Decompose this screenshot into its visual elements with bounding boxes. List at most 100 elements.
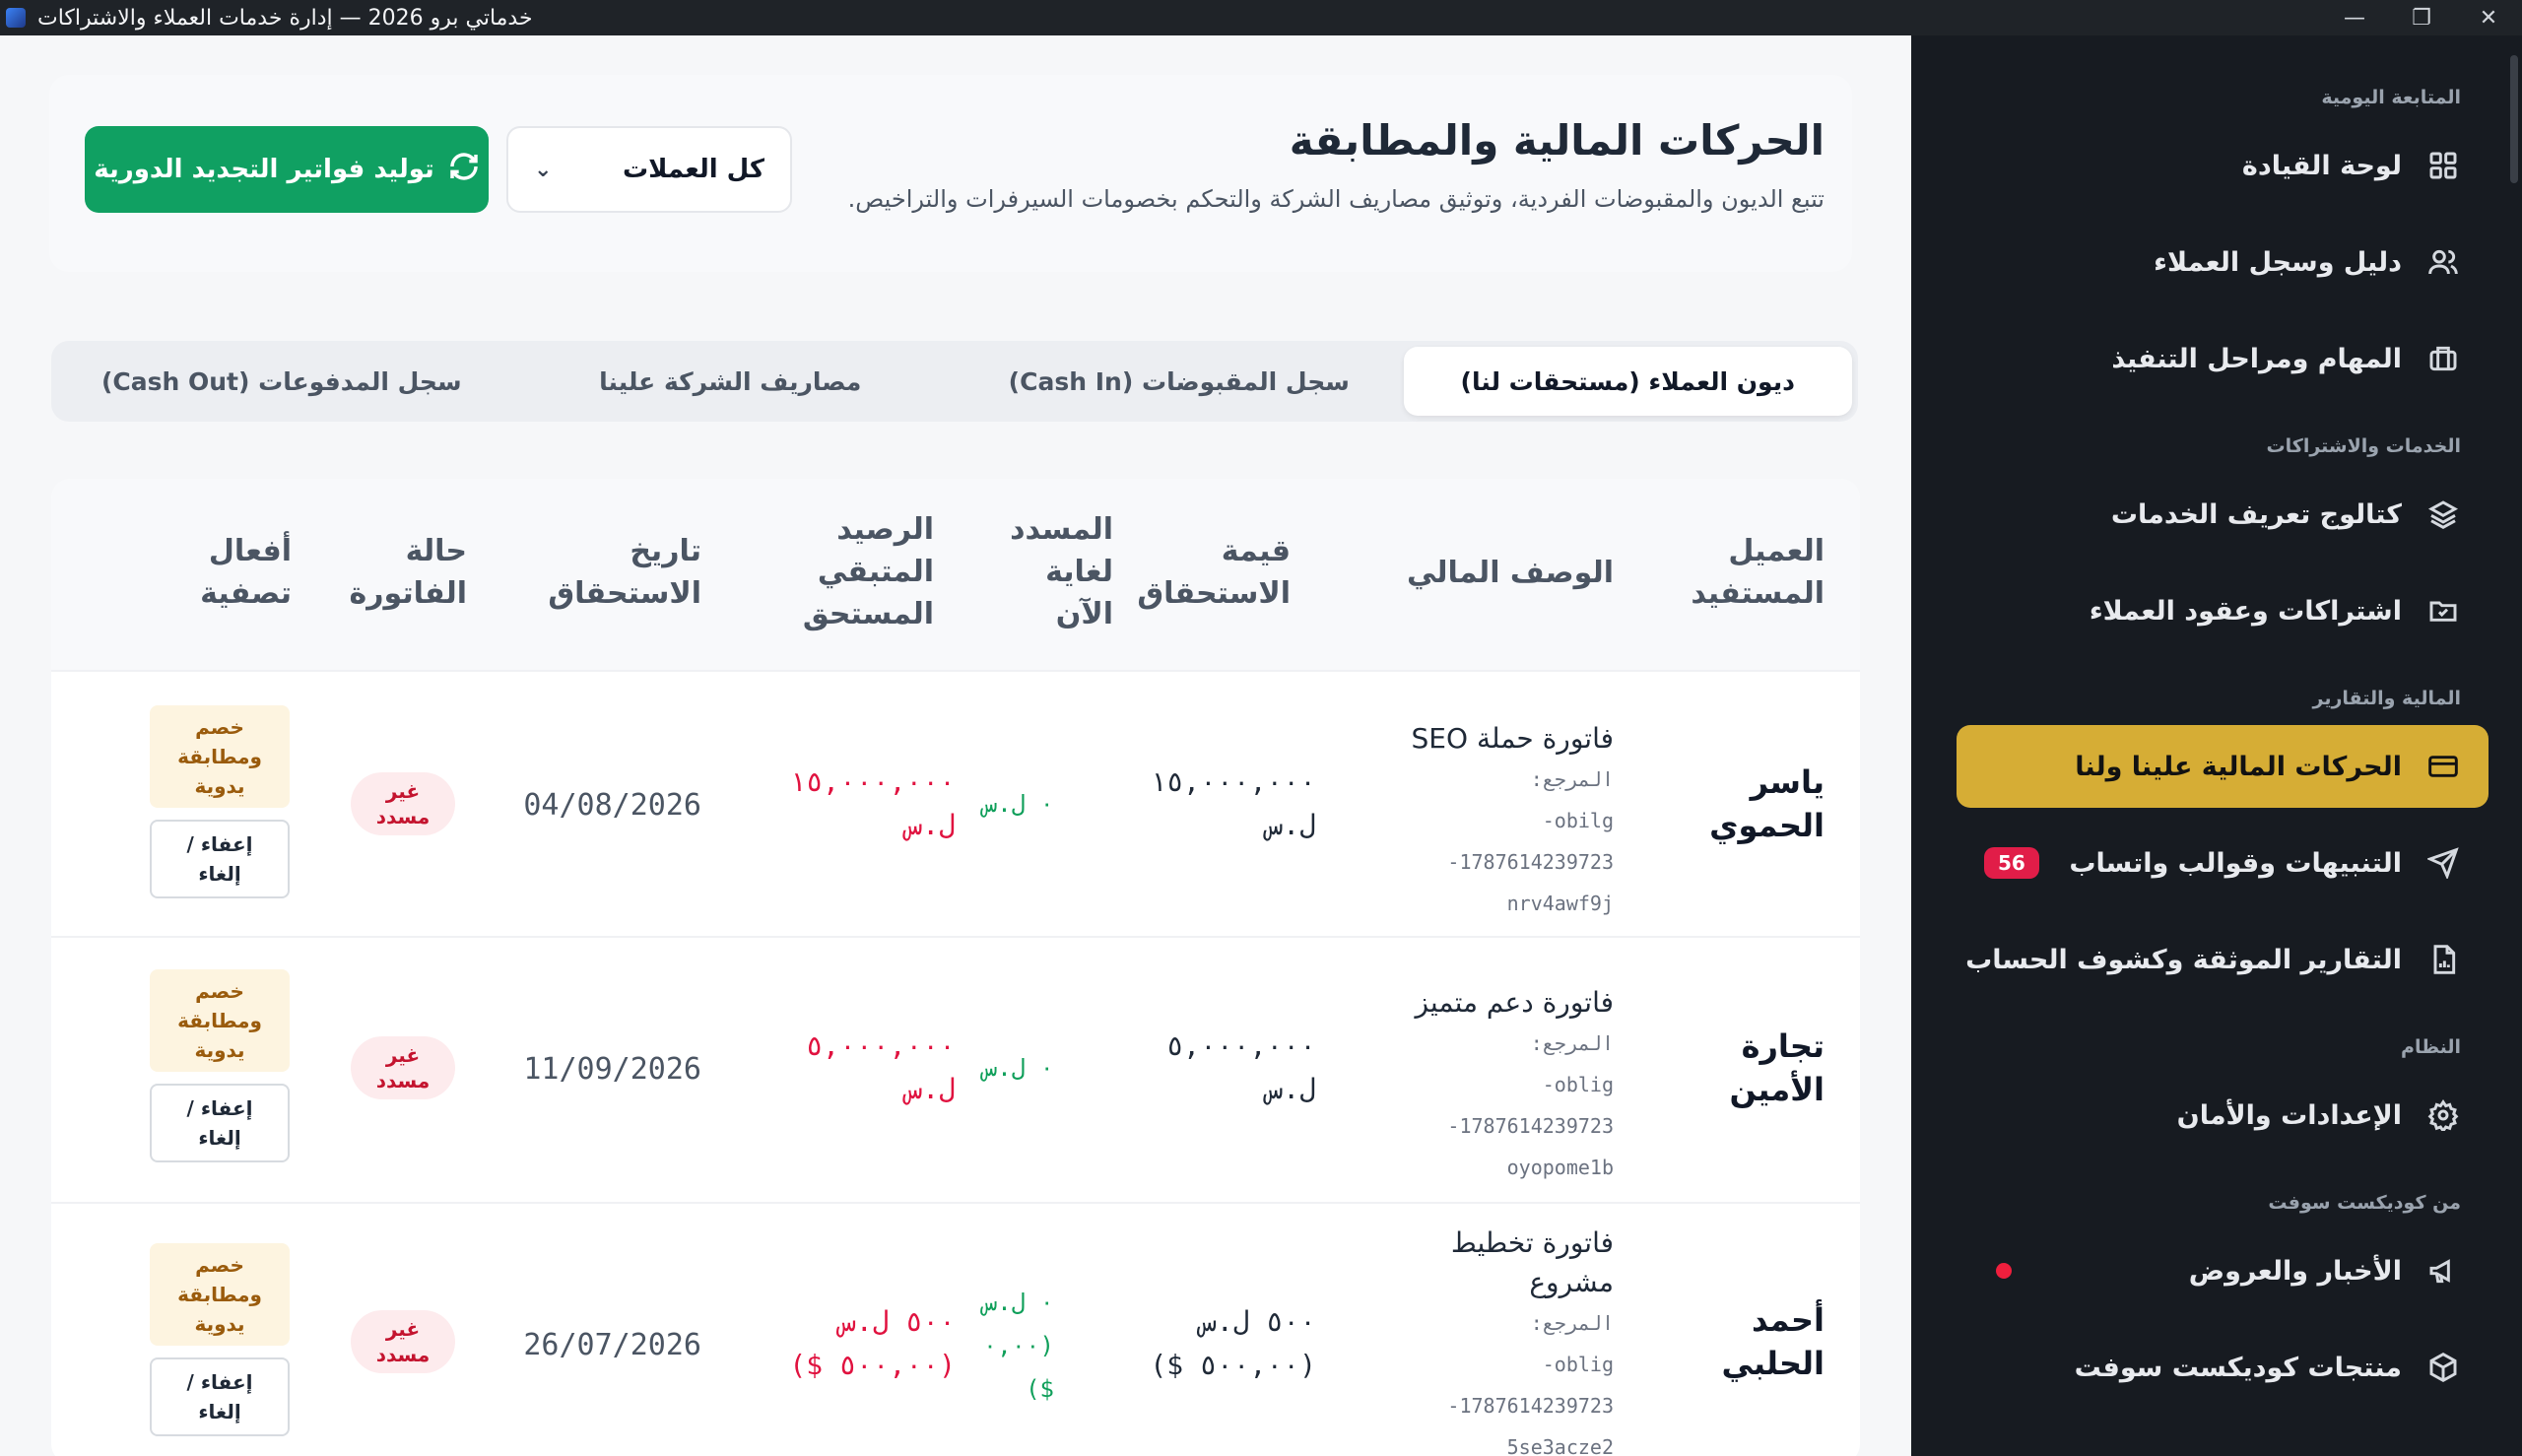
section-services: الخدمات والاشتراكات bbox=[2266, 435, 2461, 457]
minimize-button[interactable]: — bbox=[2321, 0, 2388, 35]
currency-filter-select[interactable]: كل العملات ⌄ bbox=[506, 126, 792, 213]
sidebar-item-subscriptions[interactable]: اشتراكات وعقود العملاء bbox=[1957, 569, 2489, 652]
sidebar-item-label: الأخبار والعروض bbox=[2188, 1255, 2402, 1287]
sidebar-item-notifications[interactable]: التنبيهات وقوالب واتساب 56 bbox=[1957, 822, 2489, 904]
sidebar-item-label: التقارير الموثقة وكشوف الحساب bbox=[1965, 944, 2402, 975]
sidebar-item-news[interactable]: الأخبار والعروض bbox=[1957, 1229, 2489, 1312]
sidebar-item-label: كتالوج تعريف الخدمات bbox=[2110, 498, 2402, 530]
maximize-button[interactable]: ❐ bbox=[2388, 0, 2455, 35]
folder-check-icon bbox=[2427, 595, 2459, 627]
tab-company-expenses[interactable]: مصاريف الشركة علينا bbox=[506, 347, 956, 416]
due-value: ١٥,٠٠٠,٠٠٠ ل.س bbox=[1150, 765, 1316, 841]
status-badge: غير مسدد bbox=[351, 1310, 455, 1373]
app-logo-icon bbox=[6, 8, 26, 28]
sidebar-scrollbar[interactable] bbox=[2510, 55, 2518, 183]
finance-tabs: ديون العملاء (مستحقات لنا) سجل المقبوضات… bbox=[51, 341, 1858, 422]
window-title: خدماتي برو 2026 — إدارة خدمات العملاء وا… bbox=[37, 5, 533, 31]
table-row: أحمد الحلبي فاتورة تخطيط مشروع المرجع: obl… bbox=[51, 1202, 1860, 1456]
credit-card-icon bbox=[2427, 751, 2459, 782]
col-due-date: تاريخ الاستحقاق bbox=[548, 534, 701, 611]
currency-filter-value: كل العملات bbox=[622, 155, 764, 184]
window-titlebar: خدماتي برو 2026 — إدارة خدمات العملاء وا… bbox=[0, 0, 2522, 35]
briefcase-icon bbox=[2427, 343, 2459, 374]
users-icon bbox=[2427, 246, 2459, 278]
due-value: ٥,٠٠٠,٠٠٠ ل.س bbox=[1166, 1029, 1316, 1105]
manual-match-button[interactable]: خصم ومطابقة يدوية bbox=[150, 969, 290, 1072]
layers-icon bbox=[2427, 498, 2459, 530]
reference-code: المرجع: obilg- 1787614239723- nrv4awf9j bbox=[1447, 767, 1614, 915]
paid-value: ٠ ل.س (٠,٠٠ $) bbox=[982, 1289, 1054, 1403]
description-title: فاتورة تخطيط مشروع bbox=[1450, 1226, 1614, 1298]
description-title: فاتورة حملة SEO bbox=[1411, 722, 1614, 755]
tab-client-debts[interactable]: ديون العملاء (مستحقات لنا) bbox=[1403, 347, 1852, 416]
window-controls: — ❐ ✕ bbox=[2321, 0, 2522, 35]
section-daily: المتابعة اليومية bbox=[2321, 87, 2461, 108]
col-actions: أفعال تصفية bbox=[200, 534, 292, 611]
paid-value: ٠ ل.س bbox=[982, 790, 1054, 818]
table-row: تجارة الأمين فاتورة دعم متميز المرجع: obl… bbox=[51, 936, 1860, 1202]
client-name[interactable]: ياسر الحموي bbox=[1709, 761, 1825, 847]
generate-renewal-invoices-button[interactable]: توليد فواتير التجديد الدورية bbox=[85, 126, 489, 213]
client-name[interactable]: أحمد الحلبي bbox=[1721, 1298, 1825, 1385]
chevron-down-icon: ⌄ bbox=[534, 157, 553, 182]
sidebar-item-label: لوحة القيادة bbox=[2241, 150, 2402, 181]
close-button[interactable]: ✕ bbox=[2455, 0, 2522, 35]
manual-match-button[interactable]: خصم ومطابقة يدوية bbox=[150, 705, 290, 808]
dashboard-icon bbox=[2427, 150, 2459, 181]
remaining-value: ١٥,٠٠٠,٠٠٠ ل.س bbox=[789, 765, 956, 841]
col-description: الوصف المالي bbox=[1406, 556, 1614, 590]
debts-table: العميل المستفيد الوصف المالي قيمة الاستحقا… bbox=[51, 479, 1860, 1456]
manual-match-button[interactable]: خصم ومطابقة يدوية bbox=[150, 1243, 290, 1346]
section-system: النظام bbox=[2401, 1036, 2461, 1058]
waive-cancel-button[interactable]: إعفاء / إلغاء bbox=[150, 1084, 290, 1162]
main-content: الحركات المالية والمطابقة تتبع الديون وا… bbox=[0, 35, 1911, 1456]
financial-description: فاتورة تخطيط مشروع المرجع: oblig- 1787614… bbox=[1447, 1224, 1614, 1456]
description-title: فاتورة دعم متميز bbox=[1415, 986, 1614, 1019]
reference-code: المرجع: oblig- 1787614239723- 5se3acze2 bbox=[1447, 1311, 1614, 1456]
file-chart-icon bbox=[2427, 944, 2459, 975]
client-name[interactable]: تجارة الأمين bbox=[1730, 1025, 1825, 1111]
sidebar-item-financial-transactions[interactable]: الحركات المالية علينا ولنا bbox=[1957, 725, 2489, 808]
col-status: حالة الفاتورة bbox=[349, 534, 467, 611]
remaining-value: ٥,٠٠٠,٠٠٠ ل.س bbox=[806, 1029, 956, 1105]
sidebar-item-label: المهام ومراحل التنفيذ bbox=[2111, 343, 2402, 374]
gear-icon bbox=[2427, 1099, 2459, 1131]
col-remaining: الرصيد المتبقي المستحق bbox=[802, 512, 934, 631]
sidebar-item-label: التنبيهات وقوالب واتساب bbox=[2069, 847, 2402, 879]
table-row: ياسر الحموي فاتورة حملة SEO المرجع: obilg… bbox=[51, 670, 1860, 936]
due-date: 11/09/2026 bbox=[523, 1052, 701, 1087]
col-due-value: قيمة الاستحقاق bbox=[1137, 534, 1291, 611]
sidebar-item-label: الإعدادات والأمان bbox=[2176, 1099, 2402, 1131]
col-paid: المسدد لغاية الآن bbox=[1010, 512, 1113, 631]
waive-cancel-button[interactable]: إعفاء / إلغاء bbox=[150, 820, 290, 898]
sidebar-item-tasks[interactable]: المهام ومراحل التنفيذ bbox=[1957, 317, 2489, 400]
refresh-icon bbox=[448, 151, 480, 189]
due-date: 04/08/2026 bbox=[523, 788, 701, 823]
page-title: الحركات المالية والمطابقة bbox=[1289, 116, 1825, 165]
megaphone-icon bbox=[2427, 1255, 2459, 1287]
sidebar-item-clients[interactable]: دليل وسجل العملاء bbox=[1957, 221, 2489, 303]
tab-cash-out[interactable]: سجل المدفوعات (Cash Out) bbox=[57, 347, 506, 416]
send-icon bbox=[2427, 847, 2459, 879]
generate-button-label: توليد فواتير التجديد الدورية bbox=[94, 155, 434, 184]
paid-value: ٠ ل.س bbox=[982, 1054, 1054, 1082]
sidebar-item-reports[interactable]: التقارير الموثقة وكشوف الحساب bbox=[1957, 918, 2489, 1001]
due-value: ٥٠٠ ل.س (٥٠٠,٠٠ $) bbox=[1150, 1305, 1316, 1381]
page-subtitle: تتبع الديون والمقبوضات الفردية، وتوثيق م… bbox=[847, 185, 1825, 213]
section-codext: من كوديكست سوفت bbox=[2268, 1192, 2461, 1214]
news-unread-dot bbox=[1996, 1263, 2012, 1279]
notifications-count-badge: 56 bbox=[1984, 847, 2039, 879]
sidebar-item-label: اشتراكات وعقود العملاء bbox=[2089, 595, 2402, 627]
sidebar-item-dashboard[interactable]: لوحة القيادة bbox=[1957, 124, 2489, 207]
status-badge: غير مسدد bbox=[351, 772, 455, 835]
sidebar: المتابعة اليومية لوحة القيادة دليل وسجل … bbox=[1911, 35, 2522, 1456]
waive-cancel-button[interactable]: إعفاء / إلغاء bbox=[150, 1357, 290, 1436]
sidebar-item-products[interactable]: منتجات كوديكست سوفت bbox=[1957, 1326, 2489, 1409]
section-finance: المالية والتقارير bbox=[2312, 688, 2461, 709]
financial-description: فاتورة دعم متميز المرجع: oblig- 17876142… bbox=[1415, 983, 1614, 1188]
sidebar-item-settings[interactable]: الإعدادات والأمان bbox=[1957, 1074, 2489, 1157]
sidebar-item-catalog[interactable]: كتالوج تعريف الخدمات bbox=[1957, 473, 2489, 556]
tab-cash-in[interactable]: سجل المقبوضات (Cash In) bbox=[955, 347, 1404, 416]
remaining-value: ٥٠٠ ل.س (٥٠٠,٠٠ $) bbox=[789, 1305, 956, 1381]
status-badge: غير مسدد bbox=[351, 1036, 455, 1099]
